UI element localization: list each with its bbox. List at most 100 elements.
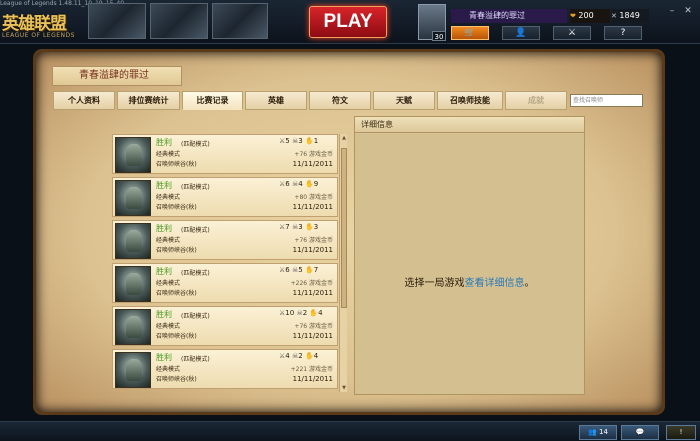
- match-item[interactable]: 胜利 (匹配模式) 经典模式 召唤师峡谷(秋) ⚔6 ☠5 ✋7 +226 游戏…: [112, 263, 338, 303]
- match-item[interactable]: 胜利 (匹配模式) 经典模式 召唤师峡谷(秋) ⚔5 ☠3 ✋1 +76 游戏金…: [112, 134, 338, 174]
- scroll-down-icon[interactable]: ▼: [340, 384, 348, 392]
- match-date: 11/11/2011: [292, 246, 333, 254]
- scroll-thumb[interactable]: [341, 148, 347, 308]
- help-button[interactable]: ?: [604, 26, 642, 40]
- details-prompt: 选择一局游戏查看详细信息。: [355, 274, 584, 289]
- map-name: 召唤师峡谷(秋): [156, 333, 197, 340]
- kills: 5: [285, 137, 290, 145]
- bottom-bar: 👥 14 💬 !: [0, 421, 700, 441]
- details-panel: 详细信息 选择一局游戏查看详细信息。: [354, 116, 585, 395]
- friends-button[interactable]: 👥 14: [579, 425, 617, 440]
- match-result: 胜利: [156, 181, 172, 190]
- deaths: 3: [298, 137, 303, 145]
- ip-reward: +221 游戏金币: [290, 366, 333, 373]
- champion-portrait: [115, 137, 151, 173]
- match-result: 胜利: [156, 224, 172, 233]
- level-badge: 30: [432, 31, 446, 41]
- assists: 1: [313, 137, 319, 145]
- close-button[interactable]: ✕: [682, 6, 694, 16]
- news-banner[interactable]: [150, 3, 208, 39]
- tab-champions[interactable]: 英雄: [245, 91, 307, 110]
- details-link[interactable]: 查看详细信息: [465, 278, 525, 289]
- map-name: 召唤师峡谷(秋): [156, 247, 197, 254]
- profile-button[interactable]: 👤: [502, 26, 540, 40]
- champion-portrait: [115, 309, 151, 345]
- queue-type: (匹配模式): [181, 184, 210, 191]
- map-name: 召唤师峡谷(秋): [156, 290, 197, 297]
- deaths: 3: [298, 223, 303, 231]
- match-item[interactable]: 胜利 (匹配模式) 经典模式 召唤师峡谷(秋) ⚔6 ☠4 ✋9 +80 游戏金…: [112, 177, 338, 217]
- kills: 7: [285, 223, 290, 231]
- rp-balance[interactable]: ❤ 200: [570, 9, 610, 23]
- tab-summoner-spells[interactable]: 召唤师技能: [437, 91, 503, 110]
- assists: 4: [313, 352, 319, 360]
- ip-reward: +80 游戏金币: [294, 194, 333, 201]
- news-banner[interactable]: [88, 3, 146, 39]
- deaths: 4: [298, 180, 303, 188]
- summoner-search-input[interactable]: 查找召唤师: [570, 94, 643, 107]
- champion-portrait: [115, 223, 151, 259]
- assists: 9: [313, 180, 319, 188]
- tab-profile[interactable]: 个人资料: [53, 91, 115, 110]
- tab-ranked-stats[interactable]: 排位赛统计: [117, 91, 180, 110]
- rp-value: 200: [578, 11, 594, 20]
- game-mode: 经典模式: [156, 151, 181, 158]
- champion-portrait: [115, 266, 151, 302]
- tab-match-history[interactable]: 比赛记录: [182, 91, 243, 110]
- assists: 7: [313, 266, 319, 274]
- kills: 4: [285, 352, 290, 360]
- tab-achievements[interactable]: 成就: [505, 91, 567, 110]
- kills: 6: [285, 266, 290, 274]
- deaths: 2: [298, 352, 303, 360]
- assists: 4: [318, 309, 323, 317]
- match-item[interactable]: 胜利 (匹配模式) 经典模式 召唤师峡谷(秋) ⚔7 ☠3 ✋3 +76 游戏金…: [112, 220, 338, 260]
- game-mode: 经典模式: [156, 194, 181, 201]
- match-item[interactable]: 胜利 (匹配模式) 经典模式 召唤师峡谷(秋) ⚔4 ☠2 ✋4 +221 游戏…: [112, 349, 338, 389]
- assists-icon: ✋: [304, 352, 314, 360]
- match-list-scrollbar[interactable]: ▲ ▼: [339, 134, 347, 392]
- game-mode: 经典模式: [156, 366, 181, 373]
- news-banner[interactable]: [212, 3, 268, 39]
- kills: 6: [285, 180, 290, 188]
- kda: ⚔6 ☠5 ✋7: [279, 266, 318, 274]
- match-list: 胜利 (匹配模式) 经典模式 召唤师峡谷(秋) ⚔5 ☠3 ✋1 +76 游戏金…: [112, 134, 338, 394]
- match-item[interactable]: 胜利 (匹配模式) 经典模式 召唤师峡谷(秋) ⚔10 ☠2 ✋4 +76 游戏…: [112, 306, 338, 346]
- kda: ⚔5 ☠3 ✋1: [279, 137, 318, 145]
- champion-portrait: [115, 180, 151, 216]
- kda: ⚔4 ☠2 ✋4: [279, 352, 318, 360]
- minimize-button[interactable]: –: [666, 6, 678, 16]
- assists-icon: ✋: [304, 180, 314, 188]
- match-date: 11/11/2011: [292, 289, 333, 297]
- champions-button[interactable]: ⚔: [553, 26, 591, 40]
- chat-button[interactable]: 💬: [621, 425, 659, 440]
- deaths: 5: [298, 266, 303, 274]
- assists-icon: ✋: [304, 137, 314, 145]
- ip-balance[interactable]: ✕ 1849: [611, 9, 649, 23]
- champion-portrait: [115, 352, 151, 388]
- tab-runes[interactable]: 符文: [309, 91, 371, 110]
- game-mode: 经典模式: [156, 237, 181, 244]
- map-name: 召唤师峡谷(秋): [156, 161, 197, 168]
- notification-button[interactable]: !: [666, 425, 696, 440]
- summoner-name: 青春溢肆的罪过: [451, 9, 567, 23]
- top-bar: League of Legends 1.48.11_10_19_15_40 英雄…: [0, 0, 700, 44]
- profile-panel: 30 青春溢肆的罪过 ❤ 200 ✕ 1849 🛒 👤 ⚔ ?: [418, 4, 650, 42]
- ip-reward: +76 游戏金币: [294, 237, 333, 244]
- match-date: 11/11/2011: [292, 332, 333, 340]
- ip-icon: ✕: [611, 12, 617, 20]
- page-title: 青春溢肆的罪过: [52, 66, 182, 86]
- store-button[interactable]: 🛒: [451, 26, 489, 40]
- play-button[interactable]: PLAY: [309, 6, 387, 38]
- queue-type: (匹配模式): [181, 356, 210, 363]
- scroll-up-icon[interactable]: ▲: [340, 134, 348, 142]
- logo-en: LEAGUE OF LEGENDS: [2, 32, 75, 39]
- deaths: 2: [302, 309, 308, 317]
- tab-masteries[interactable]: 天赋: [373, 91, 435, 110]
- prompt-suffix: 。: [524, 278, 535, 289]
- map-name: 召唤师峡谷(秋): [156, 376, 197, 383]
- ip-reward: +76 游戏金币: [294, 323, 333, 330]
- assists-icon: ✋: [304, 266, 314, 274]
- ip-value: 1849: [619, 11, 640, 20]
- profile-icon: 👤: [515, 28, 527, 38]
- assists-icon: ✋: [304, 223, 314, 231]
